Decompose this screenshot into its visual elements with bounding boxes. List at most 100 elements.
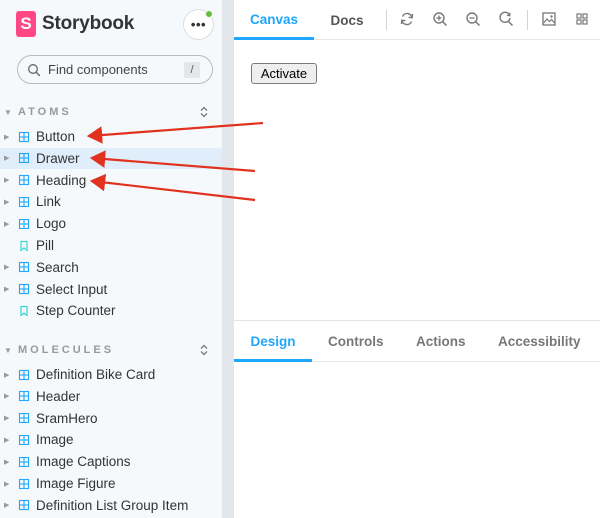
sidebar-item-label: Image Captions bbox=[36, 454, 131, 470]
toolbar-divider bbox=[386, 10, 387, 30]
sidebar-item-button[interactable]: ▶ Button bbox=[0, 126, 222, 147]
main-panel: Canvas Docs Activate Design Controls Act… bbox=[234, 0, 600, 518]
addons-tabbar: Design Controls Actions Accessibility bbox=[234, 321, 600, 362]
caret-right-icon: ▶ bbox=[4, 177, 10, 185]
sidebar-item-drawer[interactable]: ▶ Drawer bbox=[0, 147, 222, 169]
tab-accessibility[interactable]: Accessibility bbox=[498, 321, 581, 362]
component-icon bbox=[18, 434, 30, 445]
caret-right-icon: ▶ bbox=[4, 371, 10, 379]
caret-right-icon: ▶ bbox=[4, 458, 10, 466]
component-icon bbox=[18, 175, 30, 186]
caret-right-icon: ▶ bbox=[4, 155, 10, 163]
caret-down-icon: ▼ bbox=[4, 107, 12, 117]
brand[interactable]: S Storybook bbox=[16, 10, 134, 38]
caret-right-icon: ▶ bbox=[4, 502, 10, 510]
component-icon bbox=[18, 369, 30, 380]
component-icon bbox=[18, 196, 30, 207]
sidebar-item-image-figure[interactable]: ▶ Image Figure bbox=[0, 473, 222, 494]
sidebar-item-image[interactable]: ▶ Image bbox=[0, 429, 222, 450]
sidebar-item-sramhero[interactable]: ▶ SramHero bbox=[0, 408, 222, 429]
component-icon bbox=[18, 456, 30, 467]
status-dot bbox=[205, 10, 213, 18]
component-icon bbox=[18, 153, 30, 164]
sidebar-item-label: Logo bbox=[36, 216, 67, 232]
sidebar-item-link[interactable]: ▶ Link bbox=[0, 191, 222, 212]
sidebar-item-label: Select Input bbox=[36, 281, 108, 297]
sidebar-item-label: Drawer bbox=[36, 150, 80, 166]
search-shortcut-badge: / bbox=[184, 62, 200, 78]
expand-collapse-icon[interactable] bbox=[197, 343, 211, 357]
caret-right-icon: ▶ bbox=[4, 480, 10, 488]
sidebar-item-label: Pill bbox=[36, 238, 55, 253]
tab-canvas[interactable]: Canvas bbox=[234, 0, 314, 40]
tab-design[interactable]: Design bbox=[234, 321, 312, 362]
toolbar-divider bbox=[527, 10, 528, 30]
sidebar-item-label: Image bbox=[36, 432, 74, 448]
more-icon: ••• bbox=[190, 17, 207, 32]
sidebar-item-label: Step Counter bbox=[36, 303, 116, 319]
sidebar-group-title: MOLECULES bbox=[18, 344, 115, 356]
caret-down-icon: ▼ bbox=[4, 345, 12, 355]
caret-right-icon: ▶ bbox=[4, 220, 10, 228]
sidebar-item-label: Link bbox=[36, 194, 61, 210]
tab-actions[interactable]: Actions bbox=[416, 321, 466, 362]
grid-icon[interactable] bbox=[574, 11, 590, 27]
sidebar: S Storybook ••• / ▼ ATOMS ▶ Button ▶ Drawer… bbox=[0, 0, 222, 518]
search-box[interactable]: / bbox=[17, 55, 213, 84]
sidebar-item-step-counter[interactable]: ▶Step Counter bbox=[0, 300, 222, 321]
expand-collapse-icon[interactable] bbox=[197, 105, 211, 119]
refresh-icon[interactable] bbox=[399, 11, 415, 27]
caret-right-icon: ▶ bbox=[4, 415, 10, 423]
component-icon bbox=[18, 218, 30, 229]
zoom-in-icon[interactable] bbox=[432, 11, 448, 27]
sidebar-item-search[interactable]: ▶ Search bbox=[0, 257, 222, 278]
settings-menu-button[interactable]: ••• bbox=[184, 10, 213, 39]
addons-panel: Design Controls Actions Accessibility bbox=[234, 320, 600, 518]
tab-docs[interactable]: Docs bbox=[314, 0, 380, 40]
sidebar-group-molecules[interactable]: ▼ MOLECULES bbox=[4, 340, 214, 360]
sidebar-item-header[interactable]: ▶ Header bbox=[0, 386, 222, 407]
component-icon bbox=[18, 391, 30, 402]
sidebar-item-label: Search bbox=[36, 259, 79, 275]
sidebar-item-label: SramHero bbox=[36, 410, 98, 426]
sidebar-item-label: Definition List Group Item bbox=[36, 497, 189, 513]
storybook-logo-icon: S bbox=[16, 11, 36, 37]
caret-right-icon: ▶ bbox=[4, 393, 10, 401]
sidebar-item-definition-list-group-item[interactable]: ▶ Definition List Group Item bbox=[0, 495, 222, 516]
sidebar-item-image-captions[interactable]: ▶ Image Captions bbox=[0, 451, 222, 472]
sidebar-item-label: Image Figure bbox=[36, 476, 116, 491]
sidebar-item-logo[interactable]: ▶ Logo bbox=[0, 213, 222, 234]
caret-right-icon: ▶ bbox=[4, 133, 10, 141]
caret-right-icon: ▶ bbox=[4, 436, 10, 444]
sidebar-item-definition-bike-card[interactable]: ▶ Definition Bike Card bbox=[0, 364, 222, 385]
sidebar-item-select-input[interactable]: ▶ Select Input bbox=[0, 279, 222, 300]
sidebar-item-label: Heading bbox=[36, 172, 87, 188]
activate-button[interactable]: Activate bbox=[251, 63, 317, 84]
component-icon bbox=[18, 262, 30, 273]
caret-right-icon: ▶ bbox=[4, 198, 10, 206]
toolbar: Canvas Docs bbox=[234, 0, 600, 40]
sidebar-group-title: ATOMS bbox=[18, 106, 72, 118]
component-icon bbox=[18, 413, 30, 424]
bookmark-icon bbox=[20, 240, 28, 252]
caret-right-icon: ▶ bbox=[4, 286, 10, 294]
zoom-out-icon[interactable] bbox=[465, 11, 481, 27]
sidebar-item-label: Button bbox=[36, 129, 76, 144]
component-icon bbox=[18, 478, 30, 489]
sidebar-item-label: Header bbox=[36, 388, 81, 404]
sidebar-item-label: Definition Bike Card bbox=[36, 367, 156, 382]
zoom-reset-icon[interactable] bbox=[498, 11, 514, 27]
sidebar-item-heading[interactable]: ▶ Heading bbox=[0, 170, 222, 191]
search-input[interactable] bbox=[48, 62, 178, 77]
bookmark-icon bbox=[20, 305, 28, 317]
tab-controls[interactable]: Controls bbox=[328, 321, 384, 362]
component-icon bbox=[18, 284, 30, 295]
brand-name: Storybook bbox=[42, 13, 135, 34]
sidebar-item-pill[interactable]: ▶Pill bbox=[0, 235, 222, 256]
background-icon[interactable] bbox=[541, 11, 557, 27]
sidebar-group-atoms[interactable]: ▼ ATOMS bbox=[4, 102, 214, 122]
component-icon bbox=[18, 500, 30, 511]
sidebar-resize-handle[interactable] bbox=[222, 0, 234, 518]
component-icon bbox=[18, 131, 30, 142]
search-icon bbox=[28, 63, 41, 76]
